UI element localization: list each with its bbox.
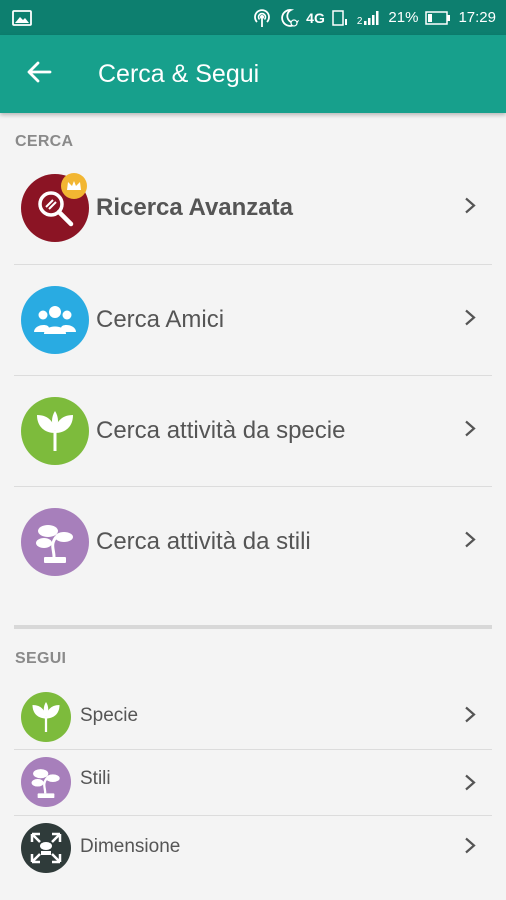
arrow-back-icon <box>26 61 52 88</box>
follow-species-item[interactable]: Specie <box>0 685 506 749</box>
signal-bars-icon <box>363 10 381 26</box>
do-not-disturb-icon <box>279 8 300 28</box>
follow-size-item[interactable]: Dimensione <box>0 816 506 880</box>
search-friends-item[interactable]: Cerca Amici <box>0 265 506 375</box>
resize-icon <box>21 823 71 873</box>
follow-species-label: Specie <box>80 705 139 726</box>
status-bar: 4G 2 21% 17:29 <box>0 0 506 35</box>
advanced-search-label: Ricerca Avanzata <box>96 194 293 221</box>
gallery-icon <box>12 9 32 26</box>
bonsai-icon <box>21 508 89 576</box>
people-icon <box>21 286 89 354</box>
follow-size-label: Dimensione <box>80 836 181 857</box>
network-type: 4G <box>306 9 325 26</box>
follow-styles-label: Stili <box>80 768 111 789</box>
advanced-search-item[interactable]: Ricerca Avanzata <box>0 153 506 263</box>
back-button[interactable] <box>10 35 68 113</box>
bonsai-icon <box>21 757 71 807</box>
leaf-icon <box>21 397 89 465</box>
signal-icon <box>332 9 350 27</box>
search-by-styles-label: Cerca attività da stili <box>96 528 311 555</box>
app-bar: Cerca & Segui <box>0 35 506 113</box>
chevron-right-icon <box>464 420 476 443</box>
sim-indicator: 2 <box>356 15 363 27</box>
chevron-right-icon <box>464 531 476 554</box>
search-by-species-label: Cerca attività da specie <box>96 417 346 444</box>
section-divider <box>14 625 492 629</box>
search-friends-label: Cerca Amici <box>96 306 225 333</box>
section-header-cerca: CERCA <box>15 133 74 150</box>
page-title: Cerca & Segui <box>98 59 260 88</box>
search-by-species-item[interactable]: Cerca attività da specie <box>0 376 506 486</box>
chevron-right-icon <box>464 197 476 220</box>
chevron-right-icon <box>464 837 476 860</box>
battery-percent: 21% <box>388 9 419 26</box>
crown-icon <box>61 173 87 199</box>
chevron-right-icon <box>464 706 476 729</box>
leaf-icon <box>21 692 71 742</box>
chevron-right-icon <box>464 309 476 332</box>
battery-icon <box>425 10 451 25</box>
follow-styles-item[interactable]: Stili <box>0 750 506 814</box>
search-by-styles-item[interactable]: Cerca attività da stili <box>0 487 506 597</box>
clock: 17:29 <box>458 9 496 26</box>
section-header-segui: SEGUI <box>15 650 67 667</box>
hotspot-icon <box>252 8 272 28</box>
chevron-right-icon <box>464 774 476 797</box>
